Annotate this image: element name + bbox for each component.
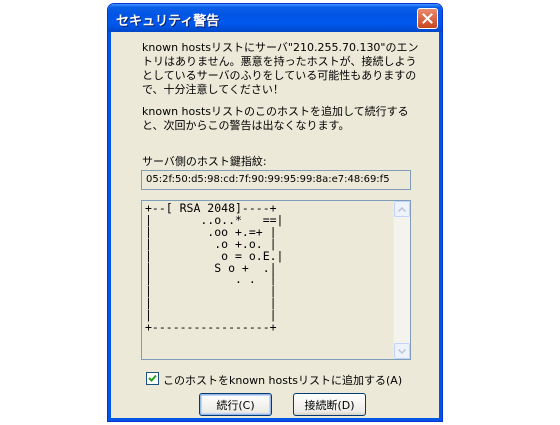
dialog-title: セキュリティ警告 <box>116 14 220 29</box>
warning-message: known hostsリストにサーバ"210.255.70.130"のエントリは… <box>142 41 419 96</box>
disconnect-button[interactable]: 接続断(D) <box>293 393 366 416</box>
randomart-text: +--[ RSA 2048]----+ | ..o..* ==| | .oo +… <box>145 201 284 335</box>
checkmark-icon <box>148 374 157 382</box>
close-icon <box>422 13 433 24</box>
chevron-up-icon <box>398 206 406 212</box>
chevron-down-icon <box>398 348 406 354</box>
info-message: known hostsリストのこのホストを追加して続行すると、次回からこの警告は… <box>142 105 409 132</box>
add-to-known-hosts-checkbox[interactable] <box>146 372 159 385</box>
fingerprint-label: サーバ側のホスト鍵指紋: <box>142 155 267 168</box>
close-button[interactable] <box>417 8 438 29</box>
scroll-down-button[interactable] <box>394 343 410 359</box>
scroll-up-button[interactable] <box>394 201 410 217</box>
security-warning-dialog: セキュリティ警告 known hostsリストにサーバ"210.255.70.1… <box>107 3 443 422</box>
continue-button[interactable]: 続行(C) <box>199 393 272 416</box>
fingerprint-field[interactable]: 05:2f:50:d5:98:cd:7f:90:99:95:99:8a:e7:4… <box>141 170 411 190</box>
title-bar[interactable]: セキュリティ警告 <box>108 4 442 32</box>
add-to-known-hosts-label[interactable]: このホストをknown hostsリストに追加する(A) <box>163 372 402 388</box>
vertical-scrollbar[interactable] <box>393 201 410 359</box>
randomart-box[interactable]: +--[ RSA 2048]----+ | ..o..* ==| | .oo +… <box>141 200 411 360</box>
